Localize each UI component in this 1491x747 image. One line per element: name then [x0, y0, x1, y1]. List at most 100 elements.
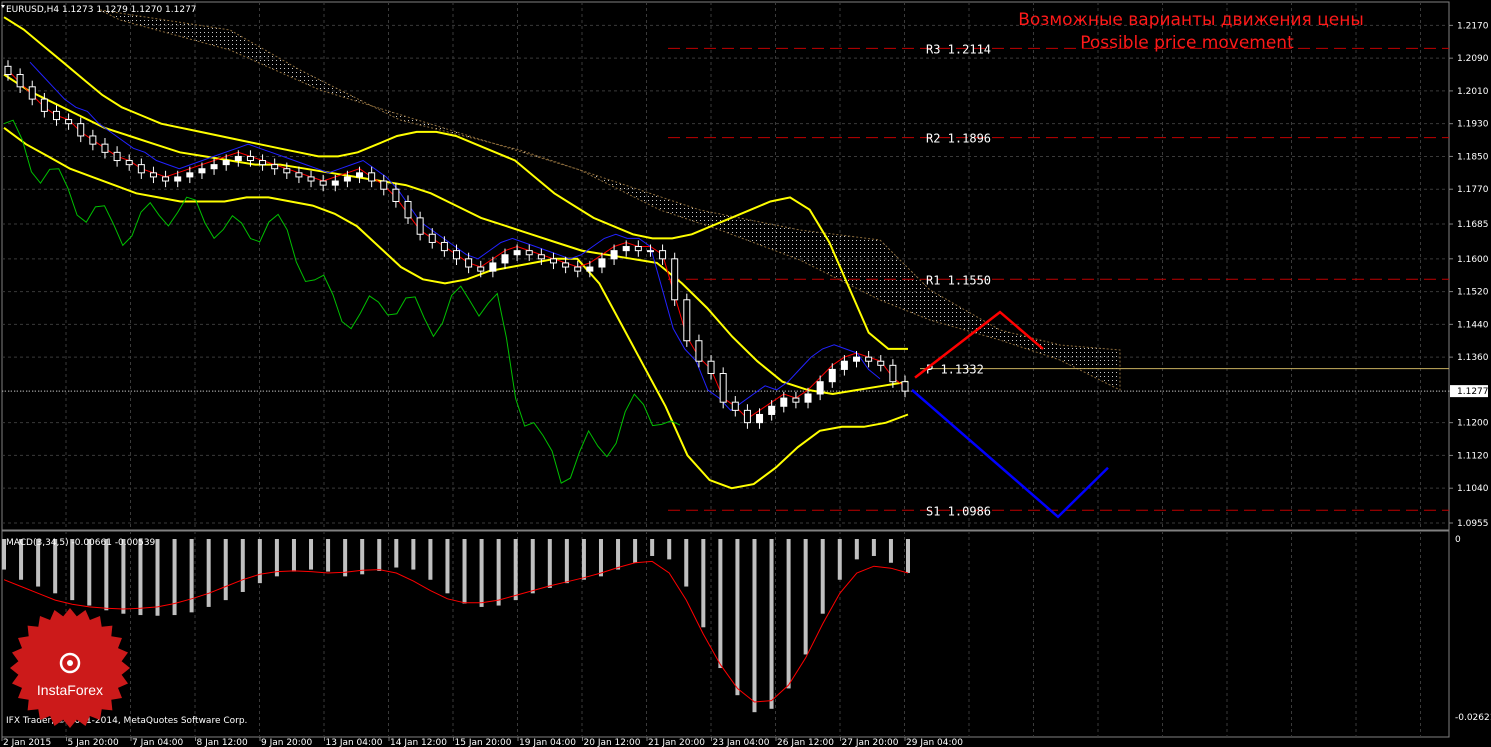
logo-gear-center: [67, 660, 73, 666]
macd-bar: [309, 539, 314, 570]
candle-body: [162, 176, 170, 182]
price-tick-label: 1.1770: [1457, 185, 1489, 195]
price-tick-label: 1.1930: [1457, 120, 1489, 130]
candle-body: [295, 172, 303, 178]
candle-body: [683, 299, 691, 342]
candle-body: [331, 180, 339, 186]
candle-body: [125, 160, 133, 166]
macd-bar: [547, 539, 552, 588]
candle-body: [707, 360, 715, 375]
candle-body: [52, 110, 60, 121]
logo-text: InstaForex: [37, 682, 103, 698]
candle-body: [719, 373, 727, 403]
macd-bar: [718, 539, 723, 669]
macd-bar: [377, 539, 382, 571]
time-tick-label: 8 Jan 12:00: [197, 738, 249, 747]
candle-body: [780, 397, 788, 407]
macd-bar: [581, 539, 586, 580]
candle-body: [89, 135, 97, 145]
price-tick-label: 1.1200: [1457, 419, 1489, 429]
candle-body: [646, 250, 654, 253]
candle-body: [816, 381, 824, 395]
time-axis[interactable]: 2 Jan 2015 5 Jan 20:00 7 Jan 04:00 8 Jan 12…: [1, 737, 963, 747]
level-label-s1: S1 1.0986: [926, 504, 991, 518]
candle-body: [659, 250, 667, 260]
price-tick-label: 1.2090: [1457, 54, 1489, 64]
candle-body: [392, 188, 400, 202]
candle-body: [804, 393, 812, 403]
candle-body: [743, 409, 751, 424]
candle-body: [853, 356, 861, 362]
level-label-r1: R1 1.1550: [926, 273, 991, 287]
macd-bar: [633, 539, 638, 563]
candle-body: [77, 123, 85, 137]
macd-bar: [104, 539, 109, 611]
candle-body: [840, 360, 848, 370]
macd-bar: [701, 539, 706, 628]
candle-body: [186, 172, 194, 178]
price-tick-label: 1.1440: [1457, 320, 1489, 330]
level-label-r3: R3 1.2114: [926, 42, 991, 56]
macd-bar: [189, 539, 194, 613]
candle-body: [174, 176, 182, 182]
candle-body: [246, 155, 254, 162]
candle-body: [489, 262, 497, 272]
candle-body: [368, 172, 376, 182]
macd-bar: [240, 539, 245, 592]
level-label-r2: R2 1.1896: [926, 132, 991, 146]
macd-bar: [837, 539, 842, 580]
candle-body: [792, 397, 800, 403]
logo-badge: [10, 608, 130, 728]
candle-body: [271, 164, 279, 170]
candle-body: [343, 176, 351, 182]
macd-bar: [155, 539, 160, 616]
chart-canvas[interactable]: R3 1.2114 R2 1.1896 R1 1.1550 P 1.1332 S1 1.…: [0, 0, 1491, 747]
candle-body: [598, 258, 606, 268]
macd-bar: [411, 539, 416, 570]
candle-body: [101, 143, 109, 153]
candle-body: [622, 246, 630, 252]
macd-bar: [70, 539, 75, 601]
candle-body: [865, 356, 873, 362]
price-tick-label: 1.1600: [1457, 255, 1489, 265]
price-tick-label: 1.1120: [1457, 451, 1489, 461]
candle-body: [416, 217, 424, 235]
macd-bar: [530, 539, 535, 594]
macd-bar: [291, 539, 296, 572]
level-label-p: P 1.1332: [926, 363, 984, 377]
candle-body: [695, 340, 703, 362]
macd-bar: [786, 539, 791, 689]
time-tick-label: 5 Jan 20:00: [68, 738, 120, 747]
candle-body: [356, 172, 364, 178]
instaforex-logo[interactable]: InstaForex: [10, 608, 130, 728]
price-tick-label: 1.1520: [1457, 288, 1489, 298]
candle-body: [222, 160, 230, 166]
candle-body: [428, 233, 436, 243]
price-tick-label: 1.0955: [1457, 519, 1489, 529]
candle-body: [113, 151, 121, 162]
candle-body: [259, 160, 267, 166]
candle-body: [380, 180, 388, 190]
candle-body: [562, 262, 570, 268]
macd-bar: [667, 539, 672, 560]
candle-body: [28, 86, 36, 100]
candle-body: [501, 254, 509, 264]
macd-bar: [684, 539, 689, 587]
time-tick-label: 7 Jan 04:00: [132, 738, 184, 747]
macd-bar: [206, 539, 211, 607]
macd-bar: [906, 539, 910, 573]
macd-bar: [513, 539, 518, 601]
candle-body: [210, 164, 218, 170]
candle-body: [465, 258, 473, 268]
candle-body: [198, 168, 206, 174]
candle-body: [525, 250, 533, 256]
macd-bar: [462, 539, 467, 604]
macd-bar: [650, 539, 655, 556]
macd-bar: [257, 539, 262, 584]
macd-bar: [871, 539, 876, 556]
candle-body: [137, 164, 145, 174]
time-tick-label: 13 Jan 04:00: [326, 738, 383, 747]
time-tick-label: 19 Jan 04:00: [519, 738, 576, 747]
macd-bar: [496, 539, 501, 606]
candle-body: [671, 258, 679, 301]
